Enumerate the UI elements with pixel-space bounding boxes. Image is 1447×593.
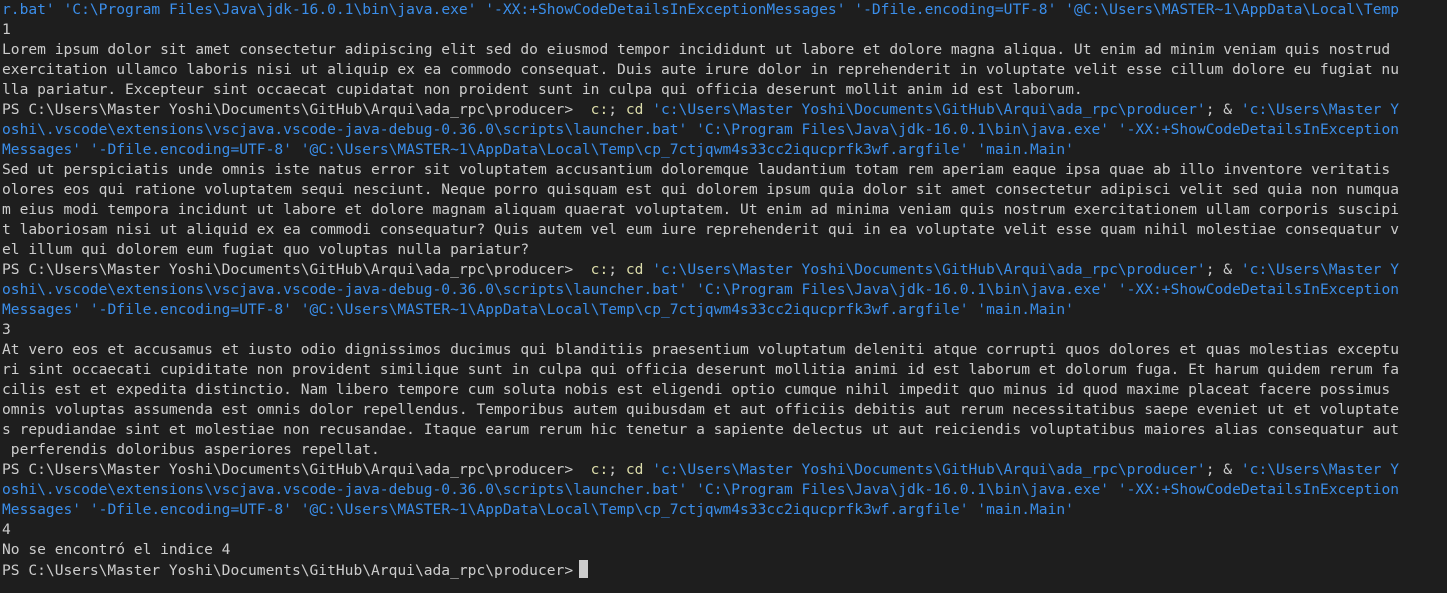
terminal-output[interactable]: r.bat' 'C:\Program Files\Java\jdk-16.0.1… <box>0 0 1447 593</box>
terminal-line: perferendis doloribus asperiores repella… <box>2 440 1447 460</box>
string-token: 'c:\Users\Master Y <box>1240 101 1400 118</box>
string-token: '-Dfile.encoding=UTF-8' <box>89 141 301 158</box>
string-token: 'c:\Users\Master Yoshi\Documents\GitHub\… <box>652 461 1206 478</box>
output-text: omnis voluptas assumenda est omnis dolor… <box>2 401 1400 418</box>
output-text: Lorem ipsum dolor sit amet consectetur a… <box>2 41 1391 58</box>
output-text: Sed ut perspiciatis unde omnis iste natu… <box>2 161 1391 178</box>
output-text: cilis est et expedita distinctio. Nam li… <box>2 381 1391 398</box>
string-token: 'c:\Users\Master Y <box>1240 461 1400 478</box>
command-token: cd <box>625 101 653 118</box>
output-text: m eius modi tempora incidunt ut labore e… <box>2 201 1400 218</box>
shell-prompt: PS C:\Users\Master Yoshi\Documents\GitHu… <box>2 562 574 579</box>
string-token: 'main.Main' <box>977 141 1074 158</box>
terminal-line: 1 <box>2 20 1447 40</box>
terminal-line: el illum qui dolorem eum fugiat quo volu… <box>2 240 1447 260</box>
output-text: ; <box>608 101 626 118</box>
string-token: '-XX:+ShowCodeDetailsInException <box>1117 281 1400 298</box>
command-token: c: <box>581 261 609 278</box>
terminal-line: lla pariatur. Excepteur sint occaecat cu… <box>2 80 1447 100</box>
string-token: '@C:\Users\MASTER~1\AppData\Local\Temp\c… <box>300 141 978 158</box>
output-text: olores eos qui ratione voluptatem sequi … <box>2 181 1400 198</box>
output-text: perferendis doloribus asperiores repella… <box>2 441 380 458</box>
output-text: t laboriosam nisi ut aliquid ex ea commo… <box>2 221 1400 238</box>
terminal-line: ri sint occaecati cupiditate non provide… <box>2 360 1447 380</box>
output-text: s repudiandae sint et molestiae non recu… <box>2 421 1400 438</box>
output-text: ; <box>608 461 626 478</box>
terminal-line: Sed ut perspiciatis unde omnis iste natu… <box>2 160 1447 180</box>
terminal-line: PS C:\Users\Master Yoshi\Documents\GitHu… <box>2 100 1447 120</box>
string-token: '-Dfile.encoding=UTF-8' <box>89 301 301 318</box>
string-token: oshi\.vscode\extensions\vscjava.vscode-j… <box>2 121 697 138</box>
terminal-line: Lorem ipsum dolor sit amet consectetur a… <box>2 40 1447 60</box>
terminal-line: PS C:\Users\Master Yoshi\Documents\GitHu… <box>2 460 1447 480</box>
string-token: '-Dfile.encoding=UTF-8' <box>89 501 301 518</box>
string-token: 'c:\Users\Master Yoshi\Documents\GitHub\… <box>652 261 1206 278</box>
output-text: At vero eos et accusamus et iusto odio d… <box>2 341 1400 358</box>
output-text: No se encontró el indice 4 <box>2 541 231 558</box>
command-token: c: <box>581 101 609 118</box>
string-token: '-XX:+ShowCodeDetailsInException <box>1117 121 1400 138</box>
terminal-line: Messages' '-Dfile.encoding=UTF-8' '@C:\U… <box>2 500 1447 520</box>
string-token: 'C:\Program Files\Java\jdk-16.0.1\bin\ja… <box>696 281 1118 298</box>
output-text: ; & <box>1205 461 1241 478</box>
output-text: el illum qui dolorem eum fugiat quo volu… <box>2 241 530 258</box>
terminal-line: oshi\.vscode\extensions\vscjava.vscode-j… <box>2 120 1447 140</box>
output-text: 4 <box>2 521 11 538</box>
string-token: Messages' <box>2 301 90 318</box>
terminal-line: PS C:\Users\Master Yoshi\Documents\GitHu… <box>2 260 1447 280</box>
output-text: exercitation ullamco laboris nisi ut ali… <box>2 61 1400 78</box>
terminal-line: olores eos qui ratione voluptatem sequi … <box>2 180 1447 200</box>
string-token: 'C:\Program Files\Java\jdk-16.0.1\bin\ja… <box>696 481 1118 498</box>
shell-prompt: PS C:\Users\Master Yoshi\Documents\GitHu… <box>2 461 582 478</box>
string-token: r.bat' <box>2 1 64 18</box>
string-token: 'main.Main' <box>977 301 1074 318</box>
terminal-line: 3 <box>2 320 1447 340</box>
output-text: ; & <box>1205 101 1241 118</box>
terminal-line: t laboriosam nisi ut aliquid ex ea commo… <box>2 220 1447 240</box>
terminal-line: oshi\.vscode\extensions\vscjava.vscode-j… <box>2 480 1447 500</box>
output-text: lla pariatur. Excepteur sint occaecat cu… <box>2 81 1083 98</box>
string-token: '-XX:+ShowCodeDetailsInException <box>1117 481 1400 498</box>
string-token: '@C:\Users\MASTER~1\AppData\Local\Temp\c… <box>300 501 978 518</box>
text-cursor <box>579 560 589 578</box>
string-token: '@C:\Users\MASTER~1\AppData\Local\Temp\c… <box>300 301 978 318</box>
terminal-line: No se encontró el indice 4 <box>2 540 1447 560</box>
terminal-line: PS C:\Users\Master Yoshi\Documents\GitHu… <box>2 560 1447 580</box>
terminal-line: exercitation ullamco laboris nisi ut ali… <box>2 60 1447 80</box>
terminal-line: 4 <box>2 520 1447 540</box>
terminal-line: At vero eos et accusamus et iusto odio d… <box>2 340 1447 360</box>
terminal-line: oshi\.vscode\extensions\vscjava.vscode-j… <box>2 280 1447 300</box>
string-token: '-Dfile.encoding=UTF-8' <box>854 1 1066 18</box>
terminal-line: omnis voluptas assumenda est omnis dolor… <box>2 400 1447 420</box>
output-text: ; <box>608 261 626 278</box>
terminal-line: m eius modi tempora incidunt ut labore e… <box>2 200 1447 220</box>
terminal-line: Messages' '-Dfile.encoding=UTF-8' '@C:\U… <box>2 300 1447 320</box>
terminal-line: Messages' '-Dfile.encoding=UTF-8' '@C:\U… <box>2 140 1447 160</box>
output-text: ri sint occaecati cupiditate non provide… <box>2 361 1400 378</box>
string-token: oshi\.vscode\extensions\vscjava.vscode-j… <box>2 481 697 498</box>
output-text: 1 <box>2 21 11 38</box>
output-text: 3 <box>2 321 11 338</box>
terminal-line: cilis est et expedita distinctio. Nam li… <box>2 380 1447 400</box>
string-token: 'main.Main' <box>977 501 1074 518</box>
string-token: Messages' <box>2 501 90 518</box>
shell-prompt: PS C:\Users\Master Yoshi\Documents\GitHu… <box>2 261 582 278</box>
string-token: 'c:\Users\Master Y <box>1240 261 1400 278</box>
terminal-line: s repudiandae sint et molestiae non recu… <box>2 420 1447 440</box>
string-token: '@C:\Users\MASTER~1\AppData\Local\Temp <box>1065 1 1400 18</box>
string-token: 'c:\Users\Master Yoshi\Documents\GitHub\… <box>652 101 1206 118</box>
string-token: oshi\.vscode\extensions\vscjava.vscode-j… <box>2 281 697 298</box>
string-token: 'C:\Program Files\Java\jdk-16.0.1\bin\ja… <box>63 1 486 18</box>
string-token: 'C:\Program Files\Java\jdk-16.0.1\bin\ja… <box>696 121 1118 138</box>
command-token: cd <box>625 461 653 478</box>
command-token: cd <box>625 261 653 278</box>
string-token: Messages' <box>2 141 90 158</box>
string-token: '-XX:+ShowCodeDetailsInExceptionMessages… <box>485 1 855 18</box>
output-text: ; & <box>1205 261 1241 278</box>
shell-prompt: PS C:\Users\Master Yoshi\Documents\GitHu… <box>2 101 582 118</box>
terminal-line: r.bat' 'C:\Program Files\Java\jdk-16.0.1… <box>2 0 1447 20</box>
command-token: c: <box>581 461 609 478</box>
